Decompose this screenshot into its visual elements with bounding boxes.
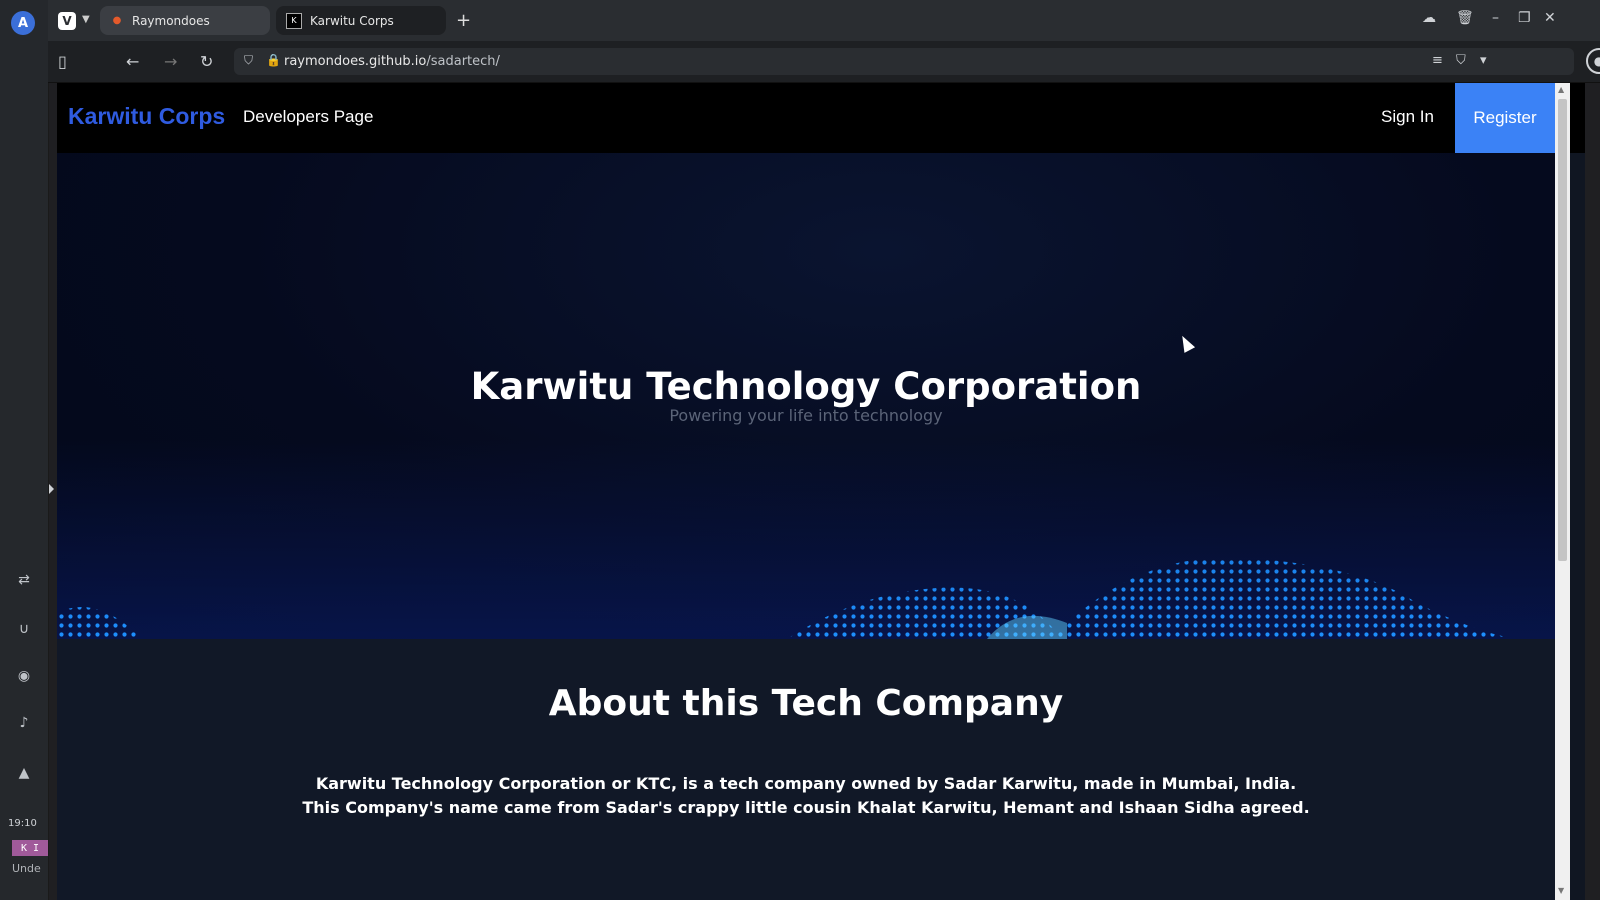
web-page: Karwitu Corps Developers Page Sign In Re… <box>57 83 1585 900</box>
register-button[interactable]: Register <box>1455 83 1555 153</box>
trash-icon[interactable]: 🗑 <box>1456 10 1474 26</box>
reader-icon[interactable]: ≡ <box>1432 53 1443 68</box>
back-icon[interactable]: ← <box>126 52 139 71</box>
shield-icon[interactable]: ⛉ <box>244 53 253 68</box>
developers-page-link[interactable]: Developers Page <box>243 107 373 127</box>
hero-section: Karwitu Technology Corporation Powering … <box>57 153 1555 639</box>
lock-icon[interactable]: 🔒 <box>266 53 281 67</box>
about-line-1: Karwitu Technology Corporation or KTC, i… <box>315 774 1297 793</box>
url-text[interactable]: raymondoes.github.io/sadartech/ <box>284 54 500 69</box>
site-navbar: Karwitu Corps Developers Page Sign In Re… <box>57 83 1585 153</box>
sidebar-toggle-icon[interactable]: ▯ <box>58 52 67 71</box>
status-text: Unde <box>12 862 41 875</box>
sign-in-link[interactable]: Sign In <box>1381 107 1434 127</box>
bookmark-icon[interactable]: ⛉ <box>1456 53 1466 68</box>
workspace-tag[interactable]: K I <box>12 840 48 856</box>
vivaldi-logo-icon[interactable]: A <box>11 11 35 35</box>
page-scrollbar[interactable]: ▲ ▼ <box>1555 83 1570 900</box>
clock-time: 19:10 <box>8 818 37 829</box>
discord-icon[interactable]: ◉ <box>12 664 36 688</box>
about-line-2: This Company's name came from Sadar's cr… <box>302 798 1310 817</box>
hero-subtitle: Powering your life into technology <box>669 406 943 425</box>
scroll-up-icon[interactable]: ▲ <box>1558 85 1564 94</box>
panel-expand-icon[interactable] <box>49 484 54 494</box>
address-bar: ▯ ← → ↻ ⛉ 🔒 raymondoes.github.io/sadarte… <box>48 41 1600 83</box>
about-heading: About this Tech Company <box>548 683 1064 724</box>
site-favicon-icon: K <box>286 12 302 29</box>
close-icon[interactable]: ✕ <box>1544 10 1556 26</box>
vivaldi-menu-icon[interactable]: V <box>58 12 76 30</box>
scroll-down-icon[interactable]: ▼ <box>1558 886 1564 895</box>
scroll-thumb[interactable] <box>1558 99 1567 561</box>
tab-label: Karwitu Corps <box>310 13 394 28</box>
tab-karwitu-corps[interactable]: K Karwitu Corps <box>276 6 446 35</box>
sync-icon[interactable]: ⇄ <box>12 568 36 592</box>
hero-title: Karwitu Technology Corporation <box>470 365 1142 408</box>
brand-link[interactable]: Karwitu Corps <box>68 103 225 130</box>
maximize-icon[interactable]: ❐ <box>1518 10 1531 26</box>
magnet-icon[interactable]: ∪ <box>12 617 36 641</box>
cloud-icon[interactable]: ☁ <box>1422 10 1436 26</box>
forward-icon[interactable]: → <box>164 52 177 71</box>
about-paragraph: Karwitu Technology Corporation or KTC, i… <box>57 772 1555 820</box>
tab-raymondoes[interactable]: ● Raymondoes <box>100 6 270 35</box>
chevron-down-icon[interactable]: ▼ <box>82 14 90 25</box>
about-section: About this Tech Company Karwitu Technolo… <box>57 639 1555 900</box>
browser-side-panel: A ⇄ ∪ ◉ ♪ ▲ 19:10 K I Unde <box>0 0 49 900</box>
profile-icon[interactable]: ● <box>1586 48 1600 74</box>
reload-icon[interactable]: ↻ <box>200 52 213 71</box>
url-field[interactable]: ⛉ 🔒 raymondoes.github.io/sadartech/ ≡ ⛉ … <box>234 48 1574 75</box>
new-tab-icon[interactable]: + <box>456 10 471 31</box>
flame-icon: ● <box>112 15 122 26</box>
speaker-icon[interactable]: ♪ <box>12 711 36 735</box>
bell-icon[interactable]: ▲ <box>12 761 36 785</box>
tab-bar: V ▼ ● Raymondoes K Karwitu Corps + ☁ 🗑 –… <box>48 0 1600 41</box>
minimize-icon[interactable]: – <box>1492 10 1499 26</box>
chevron-down-icon[interactable]: ▾ <box>1480 53 1487 68</box>
tab-label: Raymondoes <box>132 13 210 28</box>
